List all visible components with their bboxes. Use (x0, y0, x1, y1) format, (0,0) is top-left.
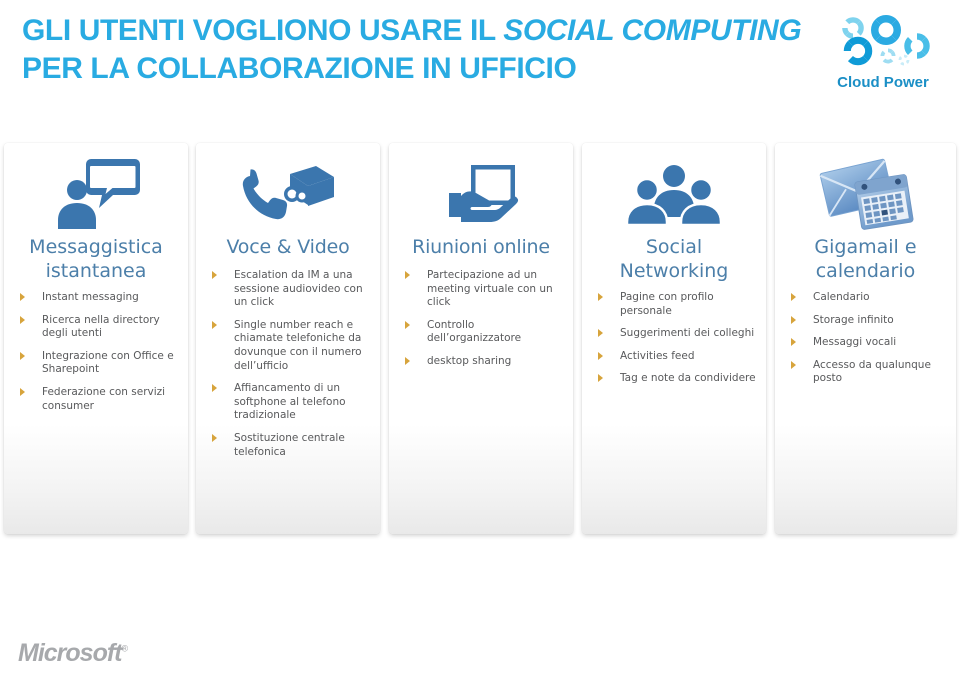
feature-card-riunioni-online[interactable]: Riunioni online Partecipazione ad un mee… (389, 143, 573, 534)
triangle-bullet-icon (20, 293, 25, 301)
list-item: Storage infinito (785, 314, 950, 328)
triangle-bullet-icon (791, 338, 796, 347)
cloud-power-wordmark: Cloud Power (837, 74, 929, 91)
list-item: Affiancamento di un softphone al telefon… (206, 382, 374, 423)
triangle-bullet-icon (598, 351, 603, 360)
page-header: GLI UTENTI VOGLIONO USARE IL SOCIAL COMP… (0, 0, 960, 130)
page-title-part-italic: SOCIAL COMPUTING (503, 14, 802, 47)
list-item: Calendario (785, 291, 950, 305)
triangle-bullet-icon (405, 320, 410, 329)
page-title-line-2: PER LA COLLABORAZIONE IN UFFICIO (22, 52, 577, 85)
feature-card-gigamail-e-calendario[interactable]: Gigamail e calendario Calendario Storage… (775, 143, 956, 534)
triangle-bullet-icon (20, 315, 25, 324)
card-bullet-list: Instant messaging Ricerca nella director… (14, 291, 182, 422)
cloud-power-logo: Cloud Power (824, 6, 942, 102)
card-title: Social Networking (619, 236, 729, 282)
list-item: Instant messaging (14, 291, 182, 305)
card-title: Riunioni online (412, 236, 550, 258)
list-item: Pagine con profilo personale (592, 291, 760, 318)
triangle-bullet-icon (598, 374, 603, 383)
envelope-calendar-icon (775, 151, 956, 237)
triangle-bullet-icon (212, 320, 217, 329)
list-item: Controllo dell’organizzatore (399, 319, 567, 346)
microsoft-wordmark: Microsoft (18, 639, 122, 667)
triangle-bullet-icon (791, 293, 796, 301)
list-item: Tag e note da condividere (592, 372, 760, 386)
triangle-bullet-icon (791, 360, 796, 369)
list-item: Ricerca nella directory degli utenti (14, 314, 182, 341)
list-item: desktop sharing (399, 355, 567, 369)
card-title: Voce & Video (226, 236, 350, 258)
cloud-power-icon (839, 11, 933, 69)
card-bullet-list: Escalation da IM a una sessione audiovid… (206, 269, 374, 468)
list-item: Partecipazione ad un meeting virtuale co… (399, 269, 567, 310)
group-of-people-icon (582, 151, 766, 237)
list-item: Activities feed (592, 350, 760, 364)
feature-card-voce-e-video[interactable]: Voce & Video Escalation da IM a una sess… (196, 143, 380, 534)
list-item: Federazione con servizi consumer (14, 386, 182, 413)
page-title: GLI UTENTI VOGLIONO USARE IL SOCIAL COMP… (22, 12, 832, 88)
feature-cards-row: Messaggistica istantanea Instant messagi… (0, 143, 960, 538)
card-title: Messaggistica istantanea (29, 236, 163, 282)
page-title-part-normal: GLI UTENTI VOGLIONO USARE IL (22, 14, 504, 47)
list-item: Single number reach e chiamate telefonic… (206, 319, 374, 373)
card-bullet-list: Pagine con profilo personale Suggeriment… (592, 291, 760, 395)
triangle-bullet-icon (598, 293, 603, 301)
microsoft-logo: Microsoft® (18, 639, 128, 668)
triangle-bullet-icon (20, 387, 25, 396)
feature-card-social-networking[interactable]: Social Networking Pagine con profilo per… (582, 143, 766, 534)
list-item: Messaggi vocali (785, 336, 950, 350)
triangle-bullet-icon (405, 271, 410, 279)
list-item: Escalation da IM a una sessione audiovid… (206, 269, 374, 310)
card-bullet-list: Calendario Storage infinito Messaggi voc… (785, 291, 950, 395)
hand-holding-screen-icon (389, 151, 573, 237)
page-title-line-1: GLI UTENTI VOGLIONO USARE IL SOCIAL COMP… (22, 12, 832, 50)
list-item: Sostituzione centrale telefonica (206, 432, 374, 459)
triangle-bullet-icon (212, 271, 217, 279)
person-speech-bubble-icon (4, 151, 188, 237)
triangle-bullet-icon (212, 384, 217, 393)
card-bullet-list: Partecipazione ad un meeting virtuale co… (399, 269, 567, 378)
list-item: Integrazione con Office e Sharepoint (14, 350, 182, 377)
card-title: Gigamail e calendario (814, 236, 917, 282)
triangle-bullet-icon (20, 351, 25, 360)
list-item: Accesso da qualunque posto (785, 359, 950, 386)
list-item: Suggerimenti dei colleghi (592, 327, 760, 341)
triangle-bullet-icon (598, 329, 603, 338)
triangle-bullet-icon (212, 433, 217, 442)
triangle-bullet-icon (791, 315, 796, 324)
trademark-symbol: ® (121, 643, 129, 654)
phone-video-camera-icon (196, 151, 380, 237)
feature-card-messaggistica-istantanea[interactable]: Messaggistica istantanea Instant messagi… (4, 143, 188, 534)
triangle-bullet-icon (405, 356, 410, 365)
